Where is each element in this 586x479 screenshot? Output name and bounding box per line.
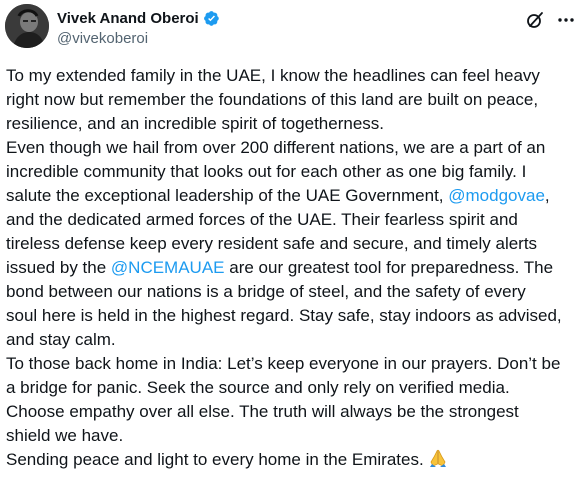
post-line: right now but remember the foundations o… (6, 90, 539, 109)
display-name[interactable]: Vivek Anand Oberoi (57, 10, 199, 27)
post-text: To my extended family in the UAE, I know… (6, 64, 584, 472)
post-line: a bridge for panic. Seek the source and … (6, 378, 510, 397)
post-line: incredible community that looks out for … (6, 162, 527, 181)
post-line: shield we have. (6, 426, 124, 445)
post-line: Sending peace and light to every home in… (6, 448, 584, 472)
post-line-text: Sending peace and light to every home in… (6, 450, 424, 469)
mention-link[interactable]: @NCEMAUAE (111, 258, 225, 277)
post: Vivek Anand Oberoi @vivekoberoi To my ex… (0, 0, 586, 479)
post-line: issued by the @NCEMAUAE are our greatest… (6, 256, 584, 280)
post-line: soul here is held in the highest regard.… (6, 306, 562, 325)
folded-hands-emoji-icon (428, 448, 448, 468)
post-line: resilience, and an incredible spirit of … (6, 114, 384, 133)
post-line: and the dedicated armed forces of the UA… (6, 210, 518, 229)
grok-icon[interactable] (525, 10, 545, 30)
author-name-row: Vivek Anand Oberoi (57, 9, 220, 27)
post-line: To my extended family in the UAE, I know… (6, 66, 540, 85)
post-line: salute the exceptional leadership of the… (6, 184, 584, 208)
mention-link[interactable]: @modgovae (448, 186, 545, 205)
post-line: and stay calm. (6, 330, 116, 349)
post-line-text: issued by the (6, 258, 111, 277)
post-line: Choose empathy over all else. The truth … (6, 402, 519, 421)
post-line-text: are our greatest tool for preparedness. … (224, 258, 554, 277)
post-line: Even though we hail from over 200 differ… (6, 138, 546, 157)
avatar[interactable] (5, 4, 49, 48)
profile-photo (5, 4, 49, 48)
post-line: To those back home in India: Let’s keep … (6, 354, 561, 373)
author-handle[interactable]: @vivekoberoi (57, 30, 148, 47)
post-line-text: , (544, 186, 550, 205)
more-icon[interactable] (556, 10, 576, 30)
post-line: bond between our nations is a bridge of … (6, 282, 526, 301)
post-line-text: salute the exceptional leadership of the… (6, 186, 449, 205)
verified-badge-icon[interactable] (203, 10, 220, 27)
post-line: tireless defense keep every resident saf… (6, 234, 538, 253)
